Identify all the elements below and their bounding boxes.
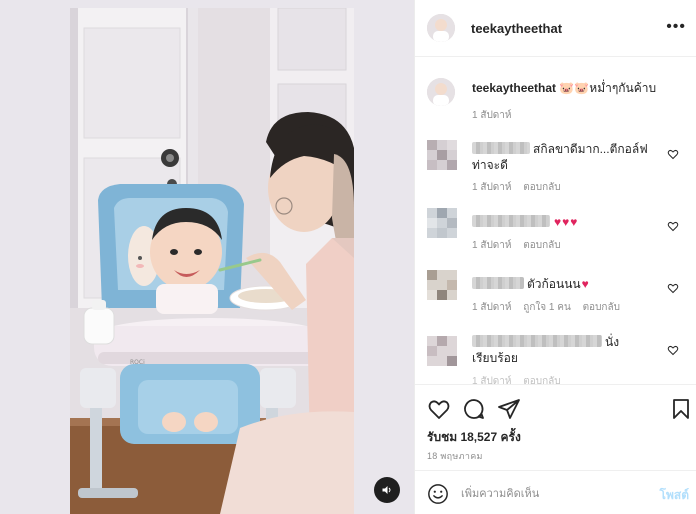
media-pane: ROCi <box>0 0 414 514</box>
comment-text: นั่งเรียบร้อย <box>472 334 642 366</box>
comment-meta: 1 สัปดาห์ ตอบกลับ <box>472 374 570 384</box>
comment-avatar[interactable] <box>427 270 457 300</box>
post-sidebar: teekaytheethat ••• teekaytheethat 🐷🐷หม่ำ… <box>414 0 696 514</box>
comment-avatar[interactable] <box>427 140 457 170</box>
comment-time[interactable]: 1 สัปดาห์ <box>472 182 512 193</box>
comment-meta: 1 สัปดาห์ ตอบกลับ <box>472 238 570 253</box>
comment-text: ♥♥♥ <box>472 214 662 230</box>
post-actions: รับชม 18,527 ครั้ง 18 พฤษภาคม <box>415 384 696 470</box>
caption-meta: 1 สัปดาห์ <box>472 108 521 123</box>
reply-button[interactable]: ตอบกลับ <box>523 376 560 384</box>
bookmark-icon[interactable] <box>669 397 693 421</box>
pixelated-avatar <box>427 270 457 300</box>
caption-avatar[interactable] <box>427 78 455 106</box>
comment-like-heart-icon[interactable] <box>667 282 679 294</box>
heart-emoji: ♥ <box>562 215 570 229</box>
mute-button[interactable] <box>374 477 400 503</box>
pixelated-avatar <box>427 208 457 238</box>
comment-like-heart-icon[interactable] <box>667 220 679 232</box>
header-username[interactable]: teekaytheethat <box>471 21 562 36</box>
caption-username[interactable]: teekaytheethat <box>472 81 556 95</box>
heart-emoji: ♥ <box>570 215 578 229</box>
emoji-icon[interactable] <box>427 483 449 505</box>
reply-button[interactable]: ตอบกลับ <box>523 240 560 251</box>
heart-emoji: ♥ <box>581 277 589 291</box>
blurred-username[interactable] <box>472 335 602 347</box>
comment-avatar[interactable] <box>427 336 457 366</box>
pixelated-avatar <box>427 336 457 366</box>
more-options-icon[interactable]: ••• <box>666 18 686 36</box>
send-icon[interactable] <box>497 397 521 421</box>
post-video[interactable]: ROCi <box>70 8 354 514</box>
comments-list: teekaytheethat 🐷🐷หม่ำๆกันค้าบ 1 สัปดาห์ <box>415 66 696 384</box>
caption-text: teekaytheethat 🐷🐷หม่ำๆกันค้าบ <box>472 80 662 96</box>
view-count[interactable]: รับชม 18,527 ครั้ง <box>427 428 521 447</box>
comment-icon[interactable] <box>462 397 486 421</box>
heart-emoji: ♥ <box>554 215 562 229</box>
add-comment-bar: โพสต์ <box>415 470 696 514</box>
pixelated-avatar <box>427 140 457 170</box>
comment-likes[interactable]: ถูกใจ 1 คน <box>523 302 571 313</box>
post-header: teekaytheethat ••• <box>415 0 696 57</box>
comment-like-heart-icon[interactable] <box>667 148 679 160</box>
comment-time[interactable]: 1 สัปดาห์ <box>472 302 512 313</box>
heart-icon[interactable] <box>427 397 451 421</box>
comment-time[interactable]: 1 สัปดาห์ <box>472 240 512 251</box>
comment-input[interactable] <box>461 485 641 503</box>
comment-avatar[interactable] <box>427 208 457 238</box>
blurred-username[interactable] <box>472 277 524 289</box>
reply-button[interactable]: ตอบกลับ <box>523 182 560 193</box>
post-dialog: ROCi teekaytheethat ••• teekaytheethat 🐷… <box>0 0 696 514</box>
avatar-image <box>427 14 455 42</box>
blurred-username[interactable] <box>472 215 550 227</box>
caption-body: หม่ำๆกันค้าบ <box>589 81 657 95</box>
post-date[interactable]: 18 พฤษภาคม <box>427 449 483 463</box>
comment-text: ตัวก้อนนน♥ <box>472 276 662 292</box>
speaker-icon <box>382 486 391 494</box>
caption-avatar-image <box>427 78 455 106</box>
blurred-username[interactable] <box>472 142 530 154</box>
caption-time[interactable]: 1 สัปดาห์ <box>472 110 512 121</box>
avatar[interactable] <box>427 14 455 42</box>
reply-button[interactable]: ตอบกลับ <box>583 302 620 313</box>
comment-body: ตัวก้อนนน <box>527 277 581 291</box>
comment-like-heart-icon[interactable] <box>667 344 679 356</box>
comment-text: สกิลขาดีมาก...ตีกอล์ฟท่าจะดี <box>472 141 662 173</box>
caption-emojis: 🐷🐷 <box>559 81 590 95</box>
post-comment-button[interactable]: โพสต์ <box>660 486 689 505</box>
video-frame-illustration: ROCi <box>70 8 354 514</box>
comment-meta: 1 สัปดาห์ ถูกใจ 1 คน ตอบกลับ <box>472 300 629 315</box>
comment-time[interactable]: 1 สัปดาห์ <box>472 376 512 384</box>
comment-meta: 1 สัปดาห์ ตอบกลับ <box>472 180 570 195</box>
